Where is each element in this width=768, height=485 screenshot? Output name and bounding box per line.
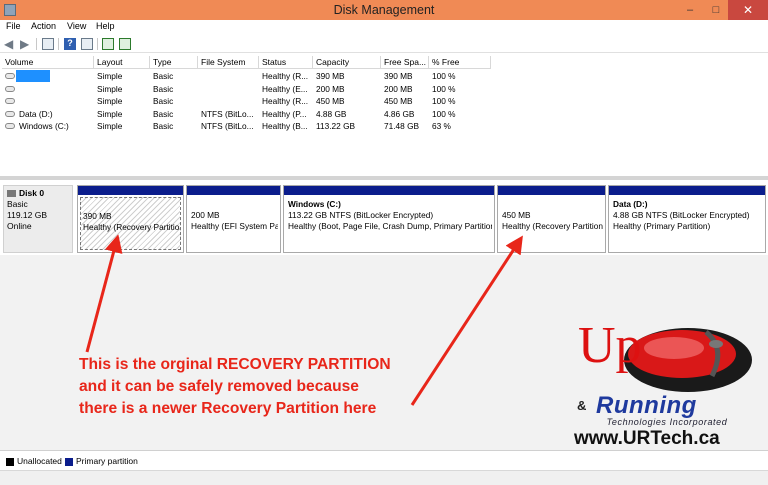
legend-label-primary: Primary partition	[76, 456, 138, 466]
logo-ampersand: &	[577, 398, 587, 413]
annotation-line: there is a newer Recovery Partition here	[79, 400, 377, 417]
logo-up-text: Up	[578, 317, 642, 374]
annotation-line: This is the orginal RECOVERY PARTITION	[79, 356, 391, 373]
status-bar	[0, 470, 768, 485]
legend-swatch-primary	[65, 458, 73, 466]
logo-running-text: Running	[596, 392, 697, 419]
annotation-line: and it can be safely removed because	[79, 378, 359, 395]
logo-url: www.URTech.ca	[574, 428, 720, 449]
arrow-to-original-recovery	[85, 234, 123, 353]
urtech-logo: Up & Running Technologies Incorporated w…	[572, 317, 762, 449]
annotation-text: This is the orginal RECOVERY PARTITION a…	[79, 354, 429, 420]
legend-bar: Unallocated Primary partition	[0, 450, 768, 470]
logo-tagline: Technologies Incorporated	[606, 417, 728, 427]
legend-swatch-unallocated	[6, 458, 14, 466]
legend-label-unallocated: Unallocated	[17, 456, 62, 466]
